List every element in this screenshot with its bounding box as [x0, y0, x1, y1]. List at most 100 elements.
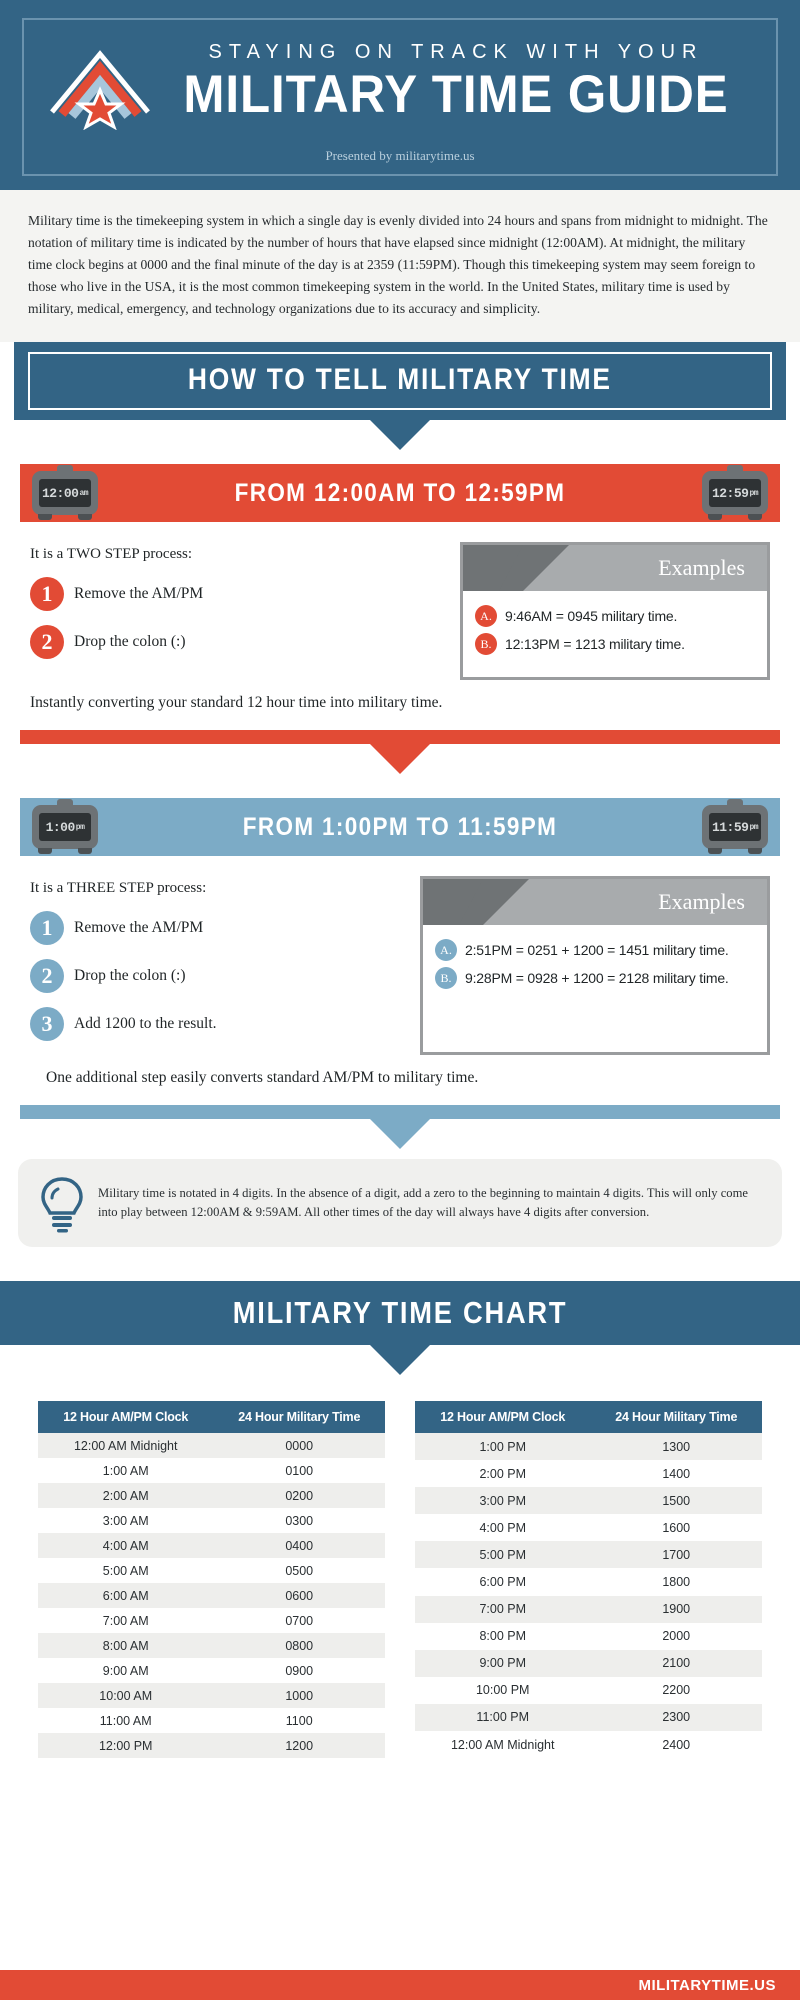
pm-example-a: A. 2:51PM = 0251 + 1200 = 1451 military … [435, 939, 757, 962]
header-kicker: STAYING ON TRACK WITH YOUR [208, 41, 704, 64]
table-header-row: 12 Hour AM/PM Clock 24 Hour Military Tim… [415, 1401, 762, 1434]
examples-corner-decoration [423, 879, 483, 926]
cell-24h-military: 0200 [213, 1483, 385, 1509]
pm-example-b: B. 9:28PM = 0928 + 1200 = 2128 military … [435, 967, 757, 990]
cell-24h-military: 0600 [213, 1583, 385, 1609]
pm-time-table: 12 Hour AM/PM Clock 24 Hour Military Tim… [415, 1401, 762, 1759]
cell-24h-military: 0900 [213, 1658, 385, 1684]
cell-24h-military: 1200 [213, 1733, 385, 1759]
am-divider-bar [20, 730, 780, 745]
cell-12h-clock: 9:00 AM [38, 1658, 214, 1684]
cell-24h-military: 2100 [590, 1649, 762, 1677]
table-row: 1:00 PM 1300 [415, 1433, 762, 1461]
am-step-2: 2 Drop the colon (:) [30, 625, 460, 660]
pm-step-2: 2 Drop the colon (:) [30, 959, 420, 994]
cell-12h-clock: 11:00 PM [415, 1703, 591, 1731]
clock-time: 12:00 [41, 485, 79, 501]
footer: MILITARYTIME.US [0, 1970, 800, 2000]
example-text: 12:13PM = 1213 military time. [505, 636, 685, 653]
table-row: 10:00 AM 1000 [38, 1683, 385, 1709]
cell-24h-military: 1100 [213, 1708, 385, 1734]
table-row: 3:00 AM 0300 [38, 1508, 385, 1534]
cell-24h-military: 1800 [590, 1568, 762, 1596]
banner-arrow-icon [370, 420, 430, 451]
am-divider-arrow-icon [370, 744, 430, 775]
page-title: MILITARY TIME GUIDE [183, 65, 729, 125]
cell-24h-military: 0000 [213, 1433, 385, 1459]
chart-banner-label: MILITARY TIME CHART [232, 1295, 568, 1331]
example-bullet: A. [435, 939, 457, 962]
cell-12h-clock: 4:00 AM [38, 1533, 214, 1559]
table-row: 8:00 PM 2000 [415, 1622, 762, 1650]
pm-step-1: 1 Remove the AM/PM [30, 911, 420, 946]
cell-12h-clock: 7:00 PM [415, 1595, 591, 1623]
cell-12h-clock: 1:00 AM [38, 1458, 214, 1484]
am-examples-box: Examples A. 9:46AM = 0945 military time.… [460, 542, 770, 681]
cell-24h-military: 1000 [213, 1683, 385, 1709]
cell-12h-clock: 5:00 AM [38, 1558, 214, 1584]
cell-24h-military: 1900 [590, 1595, 762, 1623]
table-row: 6:00 PM 1800 [415, 1568, 762, 1596]
cell-12h-clock: 11:00 AM [38, 1708, 214, 1734]
column-header-24h: 24 Hour Military Time [213, 1401, 385, 1434]
table-row: 5:00 PM 1700 [415, 1541, 762, 1569]
cell-24h-military: 1300 [590, 1433, 762, 1461]
pm-divider-arrow-icon [370, 1119, 430, 1150]
clock-time: 12:59 [711, 485, 749, 501]
cell-24h-military: 2200 [590, 1676, 762, 1704]
digital-clock-icon-am-end: 12:59 pm [702, 465, 768, 521]
table-row: 7:00 PM 1900 [415, 1595, 762, 1623]
column-header-24h: 24 Hour Military Time [590, 1401, 762, 1434]
cell-12h-clock: 7:00 AM [38, 1608, 214, 1634]
table-row: 9:00 PM 2100 [415, 1649, 762, 1677]
cell-12h-clock: 2:00 PM [415, 1460, 591, 1488]
digital-clock-icon-pm-end: 11:59 pm [702, 799, 768, 855]
step-label: Remove the AM/PM [74, 585, 204, 603]
examples-title: Examples [658, 555, 745, 581]
table-row: 7:00 AM 0700 [38, 1608, 385, 1634]
tip-section: Military time is notated in 4 digits. In… [0, 1149, 800, 1248]
chart-banner: MILITARY TIME CHART [0, 1281, 800, 1346]
chart-banner-wrap: MILITARY TIME CHART [0, 1281, 800, 1376]
am-range-title: FROM 12:00AM TO 12:59PM [234, 478, 566, 507]
column-header-12h: 12 Hour AM/PM Clock [415, 1401, 591, 1434]
am-closing-text: Instantly converting your standard 12 ho… [30, 694, 443, 712]
example-text: 2:51PM = 0251 + 1200 = 1451 military tim… [465, 942, 729, 959]
step-label: Add 1200 to the result. [74, 1015, 217, 1033]
cell-12h-clock: 12:00 AM Midnight [38, 1433, 214, 1459]
clock-ampm: pm [75, 822, 85, 832]
am-example-a: A. 9:46AM = 0945 military time. [475, 605, 757, 628]
cell-12h-clock: 10:00 PM [415, 1676, 591, 1704]
cell-24h-military: 1400 [590, 1460, 762, 1488]
cell-12h-clock: 6:00 PM [415, 1568, 591, 1596]
cell-12h-clock: 12:00 AM Midnight [415, 1730, 591, 1759]
cell-24h-military: 1500 [590, 1487, 762, 1515]
table-row: 12:00 AM Midnight 2400 [415, 1730, 762, 1759]
cell-12h-clock: 3:00 PM [415, 1487, 591, 1515]
header-frame: STAYING ON TRACK WITH YOUR MILITARY TIME… [22, 18, 778, 176]
example-text: 9:46AM = 0945 military time. [505, 608, 678, 625]
example-text: 9:28PM = 0928 + 1200 = 2128 military tim… [465, 970, 729, 987]
pm-divider-bar [20, 1105, 780, 1120]
table-row: 1:00 AM 0100 [38, 1458, 385, 1484]
pm-steps-row: It is a THREE STEP process: 1 Remove the… [0, 856, 800, 1056]
clock-time: 11:59 [711, 819, 749, 835]
table-row: 12:00 PM 1200 [38, 1733, 385, 1759]
cell-24h-military: 0300 [213, 1508, 385, 1534]
table-row: 10:00 PM 2200 [415, 1676, 762, 1704]
am-range-bar: 12:00 am FROM 12:00AM TO 12:59PM 12:59 pm [20, 464, 780, 523]
cell-12h-clock: 8:00 AM [38, 1633, 214, 1659]
chart-banner-arrow-icon [370, 1345, 430, 1376]
cell-12h-clock: 4:00 PM [415, 1514, 591, 1542]
cell-24h-military: 0100 [213, 1458, 385, 1484]
table-row: 11:00 AM 1100 [38, 1708, 385, 1734]
cell-12h-clock: 8:00 PM [415, 1622, 591, 1650]
cell-24h-military: 1700 [590, 1541, 762, 1569]
clock-ampm: pm [749, 822, 759, 832]
pm-range-title: FROM 1:00PM TO 11:59PM [242, 812, 558, 841]
step-number: 2 [30, 625, 64, 660]
pm-range-bar: 1:00 pm FROM 1:00PM TO 11:59PM 11:59 pm [20, 798, 780, 857]
cell-24h-military: 0400 [213, 1533, 385, 1559]
cell-12h-clock: 9:00 PM [415, 1649, 591, 1677]
table-row: 3:00 PM 1500 [415, 1487, 762, 1515]
